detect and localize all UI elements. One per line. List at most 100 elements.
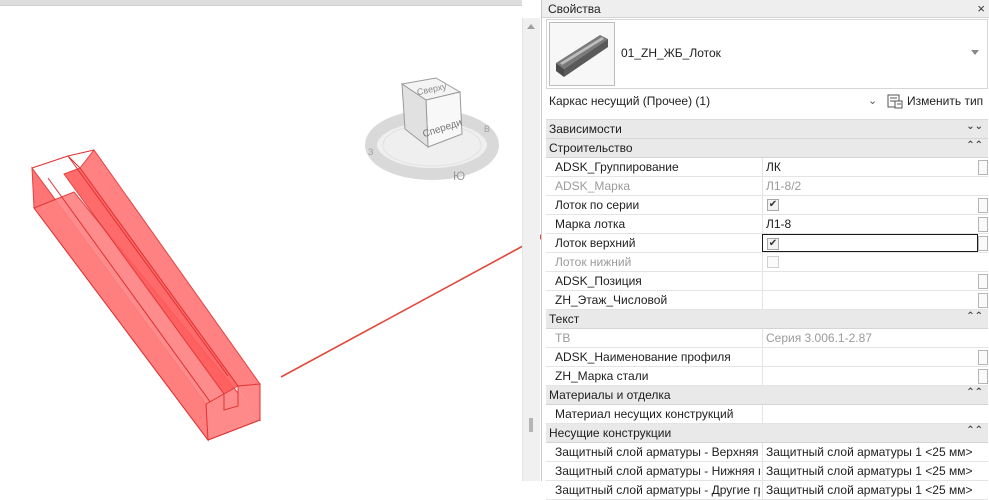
property-name: ADSK_Марка: [555, 179, 631, 193]
3d-viewport[interactable]: Сверху Спереди Ю З В: [0, 0, 545, 481]
property-row: ТВ Серия 3.006.1-2.87: [546, 329, 988, 348]
property-name: Лоток нижний: [555, 255, 632, 269]
group-label: Текст: [549, 312, 580, 326]
panel-title: Свойства: [548, 2, 601, 16]
group-construction[interactable]: Строительство ⌃⌃: [546, 139, 988, 158]
viewcube[interactable]: Сверху Спереди Ю З В: [362, 72, 502, 190]
property-name: Защитный слой арматуры - Верхняя грань: [555, 445, 760, 459]
property-row[interactable]: Материал несущих конструкций: [546, 405, 988, 424]
group-label: Несущие конструкции: [549, 426, 672, 440]
property-value: Защитный слой арматуры 1 <25 мм>: [766, 464, 973, 478]
property-name: Лоток по серии: [555, 198, 640, 212]
selected-trough-element[interactable]: [28, 148, 268, 444]
instance-filter-dropdown[interactable]: Каркас несущий (Прочее) (1) ⌄: [546, 91, 880, 111]
checkbox-checked[interactable]: ✔: [767, 238, 779, 250]
viewport-vertical-scrollbar[interactable]: [522, 18, 540, 481]
associate-parameter-button[interactable]: [978, 236, 988, 251]
edit-type-icon: [887, 94, 903, 109]
associate-parameter-button[interactable]: [978, 198, 988, 213]
collapse-icon[interactable]: ⌃⌃: [966, 425, 983, 436]
checkbox-unchecked: [767, 256, 779, 268]
associate-parameter-button[interactable]: [978, 160, 988, 175]
property-value-field[interactable]: ЛК: [762, 158, 977, 176]
property-value: ЛК: [766, 160, 781, 174]
type-name: 01_ZH_ЖБ_Лоток: [621, 46, 721, 60]
property-value-field[interactable]: [762, 291, 977, 309]
property-name: Лоток верхний: [555, 236, 636, 250]
scroll-up-arrow-icon[interactable]: [527, 24, 535, 29]
property-name: ADSK_Наименование профиля: [555, 350, 731, 364]
associate-parameter-button[interactable]: [978, 293, 988, 308]
property-value: Защитный слой арматуры 1 <25 мм>: [766, 483, 973, 497]
compass-west[interactable]: З: [368, 147, 373, 157]
property-row[interactable]: Лоток по серии ✔: [546, 196, 988, 215]
property-value-field[interactable]: Л1-8: [762, 215, 977, 233]
associate-parameter-button[interactable]: [978, 369, 988, 384]
property-value-field[interactable]: [762, 405, 977, 423]
group-label: Строительство: [549, 141, 633, 155]
property-row: ADSK_Марка Л1-8/2: [546, 177, 988, 196]
property-value-field[interactable]: ✔: [762, 196, 977, 214]
property-value-field[interactable]: ✔: [762, 234, 978, 252]
group-materials[interactable]: Материалы и отделка ⌃⌃: [546, 386, 988, 405]
checkbox-checked[interactable]: ✔: [767, 199, 779, 211]
property-row[interactable]: Марка лотка Л1-8: [546, 215, 988, 234]
collapse-icon[interactable]: ⌃⌃: [966, 387, 983, 398]
property-row[interactable]: ADSK_Группирование ЛК: [546, 158, 988, 177]
associate-parameter-button[interactable]: [978, 274, 988, 289]
property-value-field: [762, 253, 977, 271]
collapse-icon[interactable]: ⌃⌃: [966, 140, 983, 151]
property-row[interactable]: Защитный слой арматуры - Нижняя грань За…: [546, 462, 988, 481]
property-value-field[interactable]: [762, 272, 977, 290]
property-value-field[interactable]: Защитный слой арматуры 1 <25 мм>: [762, 462, 977, 480]
scrollbar-thumb[interactable]: [529, 418, 533, 432]
property-row[interactable]: ZH_Этаж_Числовой: [546, 291, 988, 310]
instance-filter-label: Каркас несущий (Прочее) (1): [549, 94, 711, 108]
property-row[interactable]: ADSK_Позиция: [546, 272, 988, 291]
trough-preview-icon: [556, 35, 608, 77]
property-name: ZH_Этаж_Числовой: [555, 293, 668, 307]
collapse-icon[interactable]: ⌃⌃: [966, 311, 983, 322]
edit-type-label: Изменить тип: [907, 94, 984, 108]
property-value: Защитный слой арматуры 1 <25 мм>: [766, 445, 973, 459]
property-row[interactable]: ZH_Марка стали: [546, 367, 988, 386]
panel-title-bar: Свойства ×: [542, 0, 989, 18]
group-label: Зависимости: [549, 122, 622, 136]
property-row[interactable]: Защитный слой арматуры - Верхняя грань З…: [546, 443, 988, 462]
edit-type-button[interactable]: Изменить тип: [885, 91, 989, 111]
property-row-selected[interactable]: Лоток верхний ✔: [546, 234, 988, 253]
property-name: ADSK_Группирование: [555, 160, 679, 174]
viewport-top-bar: [0, 0, 522, 6]
property-value: Серия 3.006.1-2.87: [766, 331, 872, 345]
associate-parameter-button[interactable]: [978, 217, 988, 232]
property-name: Марка лотка: [555, 217, 626, 231]
associate-parameter-button[interactable]: [978, 350, 988, 365]
property-name: Защитный слой арматуры - Нижняя грань: [555, 464, 760, 478]
group-text[interactable]: Текст ⌃⌃: [546, 310, 988, 329]
property-value-field[interactable]: [762, 367, 977, 385]
property-row[interactable]: ADSK_Наименование профиля: [546, 348, 988, 367]
property-row[interactable]: Защитный слой арматуры - Другие грани За…: [546, 481, 988, 500]
property-value: Л1-8: [766, 217, 792, 231]
close-icon[interactable]: ×: [977, 1, 985, 16]
group-label: Материалы и отделка: [549, 388, 671, 402]
compass-south[interactable]: Ю: [453, 169, 465, 183]
property-value-field: Л1-8/2: [762, 177, 977, 195]
expand-icon[interactable]: ⌄⌄: [966, 121, 983, 132]
property-value-field[interactable]: Защитный слой арматуры 1 <25 мм>: [762, 443, 977, 461]
property-name: ТВ: [555, 331, 571, 345]
chevron-down-icon[interactable]: [971, 50, 979, 55]
group-structural[interactable]: Несущие конструкции ⌃⌃: [546, 424, 988, 443]
chevron-down-icon[interactable]: ⌄: [868, 94, 877, 107]
type-preview-thumbnail: [549, 22, 615, 86]
properties-grid: Зависимости ⌄⌄ Строительство ⌃⌃ ADSK_Гру…: [546, 119, 988, 500]
property-value: Л1-8/2: [766, 179, 802, 193]
group-dependencies[interactable]: Зависимости ⌄⌄: [546, 120, 988, 139]
type-selector[interactable]: 01_ZH_ЖБ_Лоток: [546, 19, 988, 89]
compass-east[interactable]: В: [484, 124, 490, 134]
property-name: Материал несущих конструкций: [555, 407, 734, 421]
scroll-corner: [522, 0, 539, 18]
property-value-field[interactable]: [762, 348, 977, 366]
property-value-field[interactable]: Защитный слой арматуры 1 <25 мм>: [762, 481, 977, 499]
property-value-field: Серия 3.006.1-2.87: [762, 329, 977, 347]
